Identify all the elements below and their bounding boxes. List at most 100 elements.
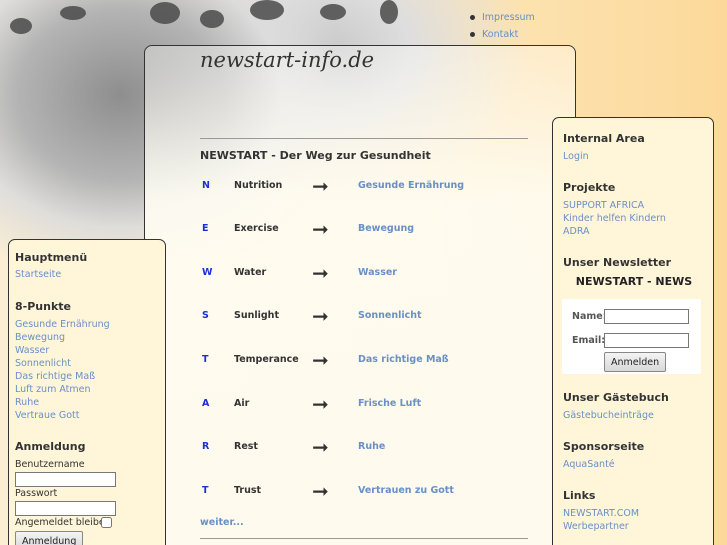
points-item[interactable]: Wasser [15, 345, 49, 356]
username-label: Benutzername [15, 459, 85, 470]
newsletter-name-field[interactable] [604, 309, 689, 324]
arrow-right-icon: ➞ [312, 435, 329, 459]
row-letter: R [202, 441, 210, 452]
main-content-panel [144, 45, 576, 545]
subscribe-button[interactable]: Anmelden [604, 352, 667, 372]
password-field[interactable] [15, 501, 116, 516]
newstart-row: N Nutrition ➞ Gesunde Ernährung [200, 174, 530, 198]
points-item[interactable]: Vertraue Gott [15, 410, 79, 421]
row-letter: W [202, 267, 213, 278]
arrow-right-icon: ➞ [312, 261, 329, 285]
links-title: Links [563, 489, 596, 502]
project-link[interactable]: ADRA [563, 226, 590, 237]
newstart-row: S Sunlight ➞ Sonnenlicht [200, 304, 530, 328]
login-button[interactable]: Anmeldung [15, 531, 84, 545]
password-label: Passwort [15, 488, 58, 499]
project-link[interactable]: Kinder helfen Kindern [563, 213, 666, 224]
newstart-row: T Trust ➞ Vertrauen zu Gott [200, 479, 530, 503]
internal-area-title: Internal Area [563, 132, 645, 145]
row-link[interactable]: Frische Luft [358, 398, 421, 409]
newstart-row: W Water ➞ Wasser [200, 261, 530, 285]
username-field[interactable] [15, 472, 116, 487]
login-title: Anmeldung [15, 440, 86, 453]
newstart-row: T Temperance ➞ Das richtige Maß [200, 348, 530, 372]
right-sidebar: Internal Area Login Projekte SUPPORT AFR… [552, 117, 714, 545]
leaf-decoration [10, 18, 32, 34]
newsletter-form: Name: Email: Anmelden [562, 299, 701, 374]
row-letter: T [202, 485, 209, 496]
row-letter: S [202, 310, 209, 321]
guestbook-link[interactable]: Gästebucheinträge [563, 410, 654, 421]
row-link[interactable]: Vertrauen zu Gott [358, 485, 454, 496]
sponsor-link[interactable]: AquaSanté [563, 459, 615, 470]
email-label: Email: [572, 335, 606, 346]
external-link[interactable]: NEWSTART.COM [563, 508, 639, 519]
row-letter: A [202, 398, 210, 409]
internal-login-link[interactable]: Login [563, 151, 589, 162]
leaf-decoration [200, 10, 224, 28]
kontakt-link[interactable]: Kontakt [482, 29, 518, 40]
newsletter-email-field[interactable] [604, 333, 689, 348]
row-word: Rest [234, 441, 258, 452]
leaf-decoration [320, 4, 346, 20]
row-link[interactable]: Wasser [358, 267, 397, 278]
left-sidebar: Hauptmenü Startseite 8-Punkte Gesunde Er… [8, 239, 166, 545]
points-item[interactable]: Das richtige Maß [15, 371, 95, 382]
site-title: newstart-info.de [200, 48, 375, 72]
project-link[interactable]: SUPPORT AFRICA [563, 200, 644, 211]
guestbook-title: Unser Gästebuch [563, 391, 669, 404]
row-word: Water [234, 267, 267, 278]
row-word: Sunlight [234, 310, 279, 321]
row-word: Trust [234, 485, 262, 496]
arrow-right-icon: ➞ [312, 174, 329, 198]
menu-item-startseite[interactable]: Startseite [15, 269, 61, 280]
remember-label: Angemeldet bleiben [15, 517, 111, 528]
row-link[interactable]: Das richtige Maß [358, 354, 449, 365]
row-word: Temperance [234, 354, 299, 365]
arrow-right-icon: ➞ [312, 217, 329, 241]
projects-title: Projekte [563, 181, 616, 194]
newstart-row: A Air ➞ Frische Luft [200, 392, 530, 416]
points-item[interactable]: Ruhe [15, 397, 39, 408]
top-nav-item: Impressum [470, 10, 535, 27]
row-link[interactable]: Ruhe [358, 441, 385, 452]
divider [200, 538, 528, 539]
row-letter: N [202, 180, 210, 191]
row-link[interactable]: Gesunde Ernährung [358, 180, 464, 191]
arrow-right-icon: ➞ [312, 479, 329, 503]
points-item[interactable]: Sonnenlicht [15, 358, 71, 369]
newstart-row: R Rest ➞ Ruhe [200, 435, 530, 459]
external-link[interactable]: Werbepartner [563, 521, 629, 532]
newstart-row: E Exercise ➞ Bewegung [200, 217, 530, 241]
points-item[interactable]: Gesunde Ernährung [15, 319, 110, 330]
leaf-decoration [250, 0, 284, 20]
row-word: Air [234, 398, 250, 409]
leaf-decoration [60, 6, 86, 20]
name-label: Name: [572, 311, 607, 322]
newsletter-title: Unser Newsletter [563, 256, 672, 269]
points-item[interactable]: Luft zum Atmen [15, 384, 91, 395]
more-link[interactable]: weiter... [200, 517, 244, 528]
row-letter: E [202, 223, 209, 234]
content-heading: NEWSTART - Der Weg zur Gesundheit [200, 149, 431, 162]
row-link[interactable]: Bewegung [358, 223, 414, 234]
row-letter: T [202, 354, 209, 365]
row-link[interactable]: Sonnenlicht [358, 310, 422, 321]
points-title: 8-Punkte [15, 300, 71, 313]
points-item[interactable]: Bewegung [15, 332, 65, 343]
top-navigation: Impressum Kontakt [470, 10, 535, 44]
arrow-right-icon: ➞ [312, 348, 329, 372]
row-word: Nutrition [234, 180, 283, 191]
divider [200, 138, 528, 139]
leaf-decoration [150, 2, 180, 24]
impressum-link[interactable]: Impressum [482, 12, 535, 23]
newsletter-name: NEWSTART - NEWS [575, 275, 693, 288]
remember-checkbox[interactable] [101, 517, 112, 528]
arrow-right-icon: ➞ [312, 392, 329, 416]
sponsor-title: Sponsorseite [563, 440, 645, 453]
arrow-right-icon: ➞ [312, 304, 329, 328]
top-nav-item: Kontakt [470, 27, 535, 44]
row-word: Exercise [234, 223, 279, 234]
leaf-decoration [380, 0, 398, 24]
main-menu-title: Hauptmenü [15, 251, 88, 264]
